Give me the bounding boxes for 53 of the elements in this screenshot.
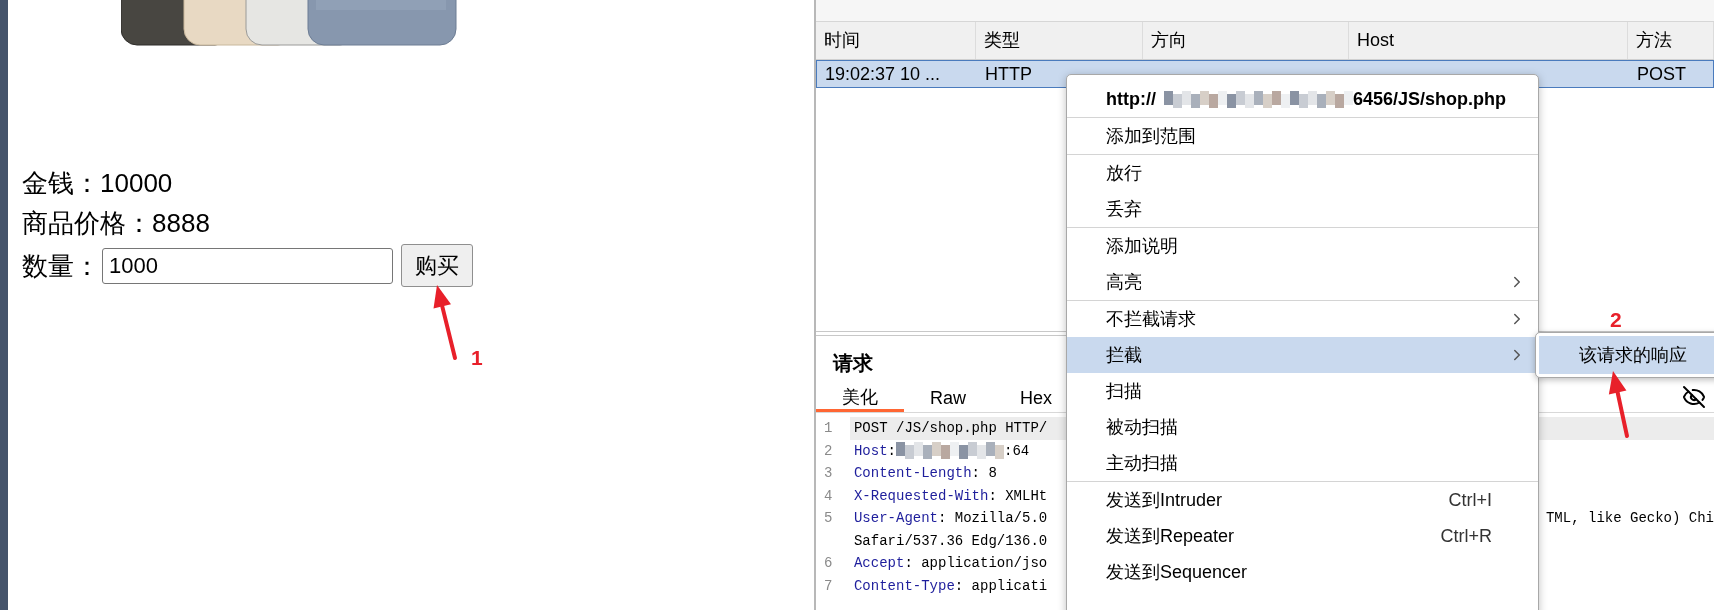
line-number: 4 [823, 487, 833, 504]
tab[interactable]: Raw [903, 385, 992, 412]
menu-item[interactable]: 主动扫描 [1067, 445, 1538, 481]
code-line: POST /JS/shop.php HTTP/ [853, 419, 1048, 438]
annotation-arrow [1608, 371, 1629, 438]
menu-item[interactable]: 发送到Intruder Ctrl+I [1067, 482, 1538, 518]
quantity-field[interactable]: 1000 [102, 247, 393, 284]
money-text: 金钱：10000 [22, 167, 174, 200]
line-number: 3 [823, 465, 833, 481]
menu-title: http:// 6456/JS/shop.php [1105, 87, 1508, 111]
menu-item[interactable]: 添加到范围 [1067, 118, 1538, 154]
menu-item[interactable]: 添加说明 [1067, 228, 1538, 264]
quantity-label: 数量： [22, 249, 100, 283]
line-number: 6 [823, 555, 833, 571]
line-number: 1 [823, 420, 833, 436]
annotation-label: 2 [1610, 309, 1622, 330]
column-header[interactable]: 类型 [975, 22, 1143, 59]
shortcut-text: Ctrl+R [1440, 524, 1492, 548]
eye-off-icon[interactable] [1682, 385, 1706, 409]
line-number: 5 [823, 510, 833, 526]
tab[interactable]: 美化 [815, 385, 904, 412]
buy-button[interactable]: 购买 [401, 244, 473, 287]
code-line: Host: :64 [853, 441, 1030, 462]
line-number: 7 [823, 577, 833, 594]
annotation-label: 1 [471, 347, 483, 368]
table-cell-text: POST [1636, 62, 1686, 86]
menu-item[interactable]: 发送到Sequencer [1067, 554, 1538, 590]
table-cell-text: HTTP [984, 62, 1032, 86]
table-cell-text: 19:02:37 10 ... [824, 62, 941, 86]
column-header[interactable]: Host [1348, 22, 1628, 59]
menu-item[interactable]: 高亮 [1067, 264, 1538, 300]
code-line: Content-Length: 8 [853, 464, 997, 483]
menu-item[interactable]: 不拦截请求 [1067, 301, 1538, 337]
code-line: Accept: application/jso [853, 554, 1048, 573]
menu-item[interactable]: 放行 [1067, 155, 1538, 191]
menu-item[interactable]: 拦截 [1067, 337, 1538, 373]
code-text: TML, like Gecko) Chi [1545, 509, 1714, 528]
code-line: Content-Type: applicati [853, 576, 1048, 596]
menu-item[interactable]: 该请求的响应 [1539, 336, 1714, 374]
shortcut-text: Ctrl+I [1448, 488, 1492, 512]
price-text: 商品价格：8888 [22, 207, 211, 240]
menu-item[interactable]: 被动扫描 [1067, 409, 1538, 445]
column-header[interactable]: 时间 [815, 22, 976, 59]
code-line: User-Agent: Mozilla/5.0 [853, 509, 1048, 528]
code-line: X-Requested-With: XMLHt [853, 486, 1048, 506]
menu-item[interactable]: 扫描 [1067, 373, 1538, 409]
menu-item[interactable]: 丢弃 [1067, 191, 1538, 227]
line-number: 2 [823, 442, 833, 459]
panel-title: 请求 [832, 351, 873, 376]
column-header[interactable]: 方向 [1142, 22, 1349, 59]
column-header[interactable]: 方法 [1627, 22, 1714, 59]
code-line: Safari/537.36 Edg/136.0 [853, 531, 1048, 551]
menu-item[interactable]: 发送到Repeater Ctrl+R [1067, 518, 1538, 554]
